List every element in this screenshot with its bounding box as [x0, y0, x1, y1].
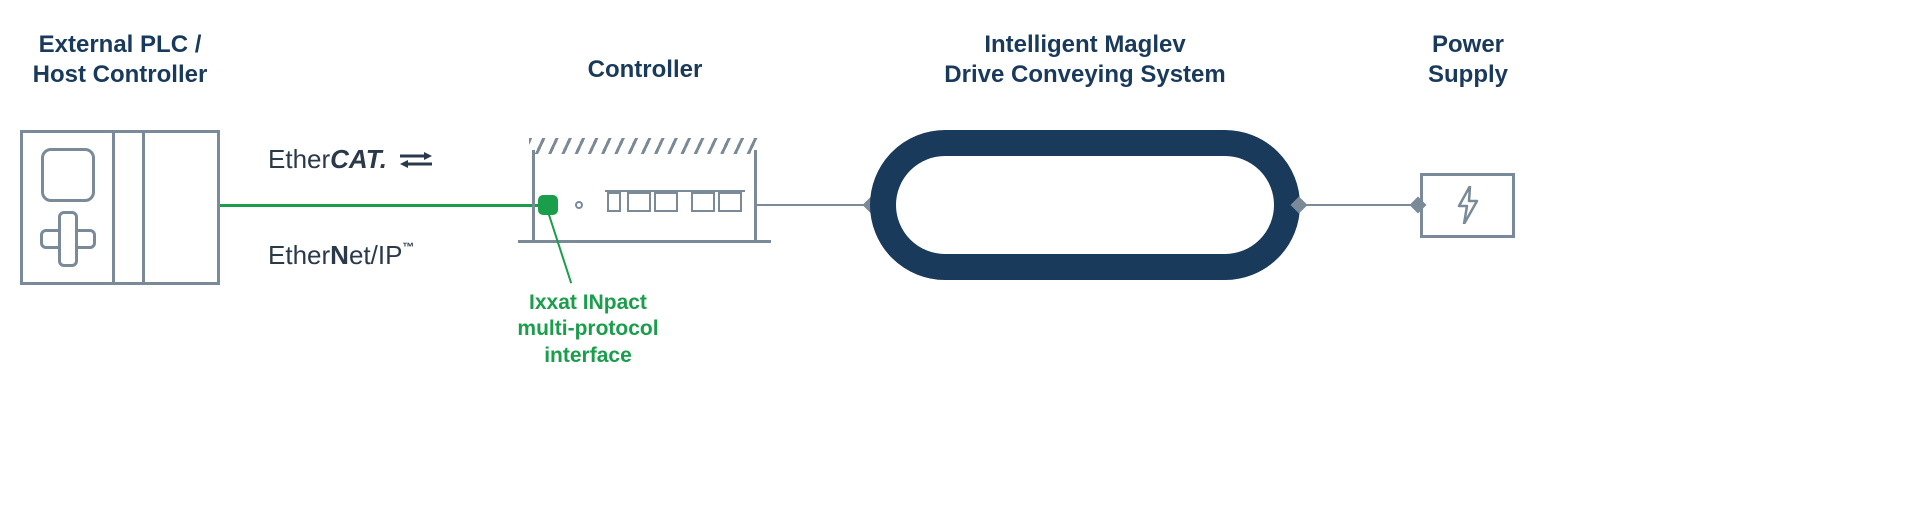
psu-title-line1: Power [1432, 31, 1504, 58]
inpact-line3: interface [544, 344, 632, 367]
controller-port-5 [718, 192, 742, 212]
link-maglev-psu [1300, 204, 1418, 206]
ethercat-suffix: CAT. [330, 144, 387, 174]
controller-title: Controller [540, 55, 750, 85]
psu-bolt-icon [1457, 186, 1479, 232]
ethercat-prefix: Ether [268, 144, 330, 174]
ethercat-arrow-icon [398, 146, 434, 177]
plc-title-line2: Host Controller [33, 61, 208, 88]
controller-port-3 [654, 192, 678, 212]
enip-tm: ™ [402, 240, 414, 254]
ethernetip-label: EtherNet/IP™ [268, 240, 414, 271]
inpact-line1: Ixxat INpact [529, 291, 647, 314]
inpact-callout-label: Ixxat INpact multi-protocol interface [488, 290, 688, 369]
plc-dpad-icon [40, 211, 96, 267]
plc-front-panel [23, 133, 115, 282]
controller-title-text: Controller [588, 56, 703, 83]
inpact-card-icon [538, 195, 558, 215]
controller-port-4 [691, 192, 715, 212]
diagram-canvas: { "titles": { "plc_line1": "External PLC… [0, 0, 1920, 510]
psu-title: Power Supply [1418, 30, 1518, 90]
ethercat-label: EtherCAT. [268, 144, 434, 177]
maglev-title-line2: Drive Conveying System [944, 61, 1225, 88]
plc-slot-2 [145, 133, 217, 282]
link-controller-maglev [757, 204, 869, 206]
plc-title-line1: External PLC / [39, 31, 202, 58]
plc-slot-1 [115, 133, 145, 282]
maglev-title: Intelligent Maglev Drive Conveying Syste… [870, 30, 1300, 90]
enip-mid: N [330, 240, 349, 270]
plc-title: External PLC / Host Controller [20, 30, 220, 90]
maglev-track-icon [870, 130, 1300, 280]
psu-title-line2: Supply [1428, 61, 1508, 88]
link-plc-controller [220, 204, 540, 207]
controller-port-1 [607, 192, 621, 212]
plc-screen-icon [41, 148, 95, 202]
plc-block [20, 130, 220, 285]
inpact-line2: multi-protocol [517, 317, 658, 340]
enip-mid2: et/IP [349, 240, 402, 270]
enip-prefix: Ether [268, 240, 330, 270]
controller-led-icon [575, 201, 583, 209]
controller-port-2 [627, 192, 651, 212]
maglev-title-line1: Intelligent Maglev [984, 31, 1185, 58]
